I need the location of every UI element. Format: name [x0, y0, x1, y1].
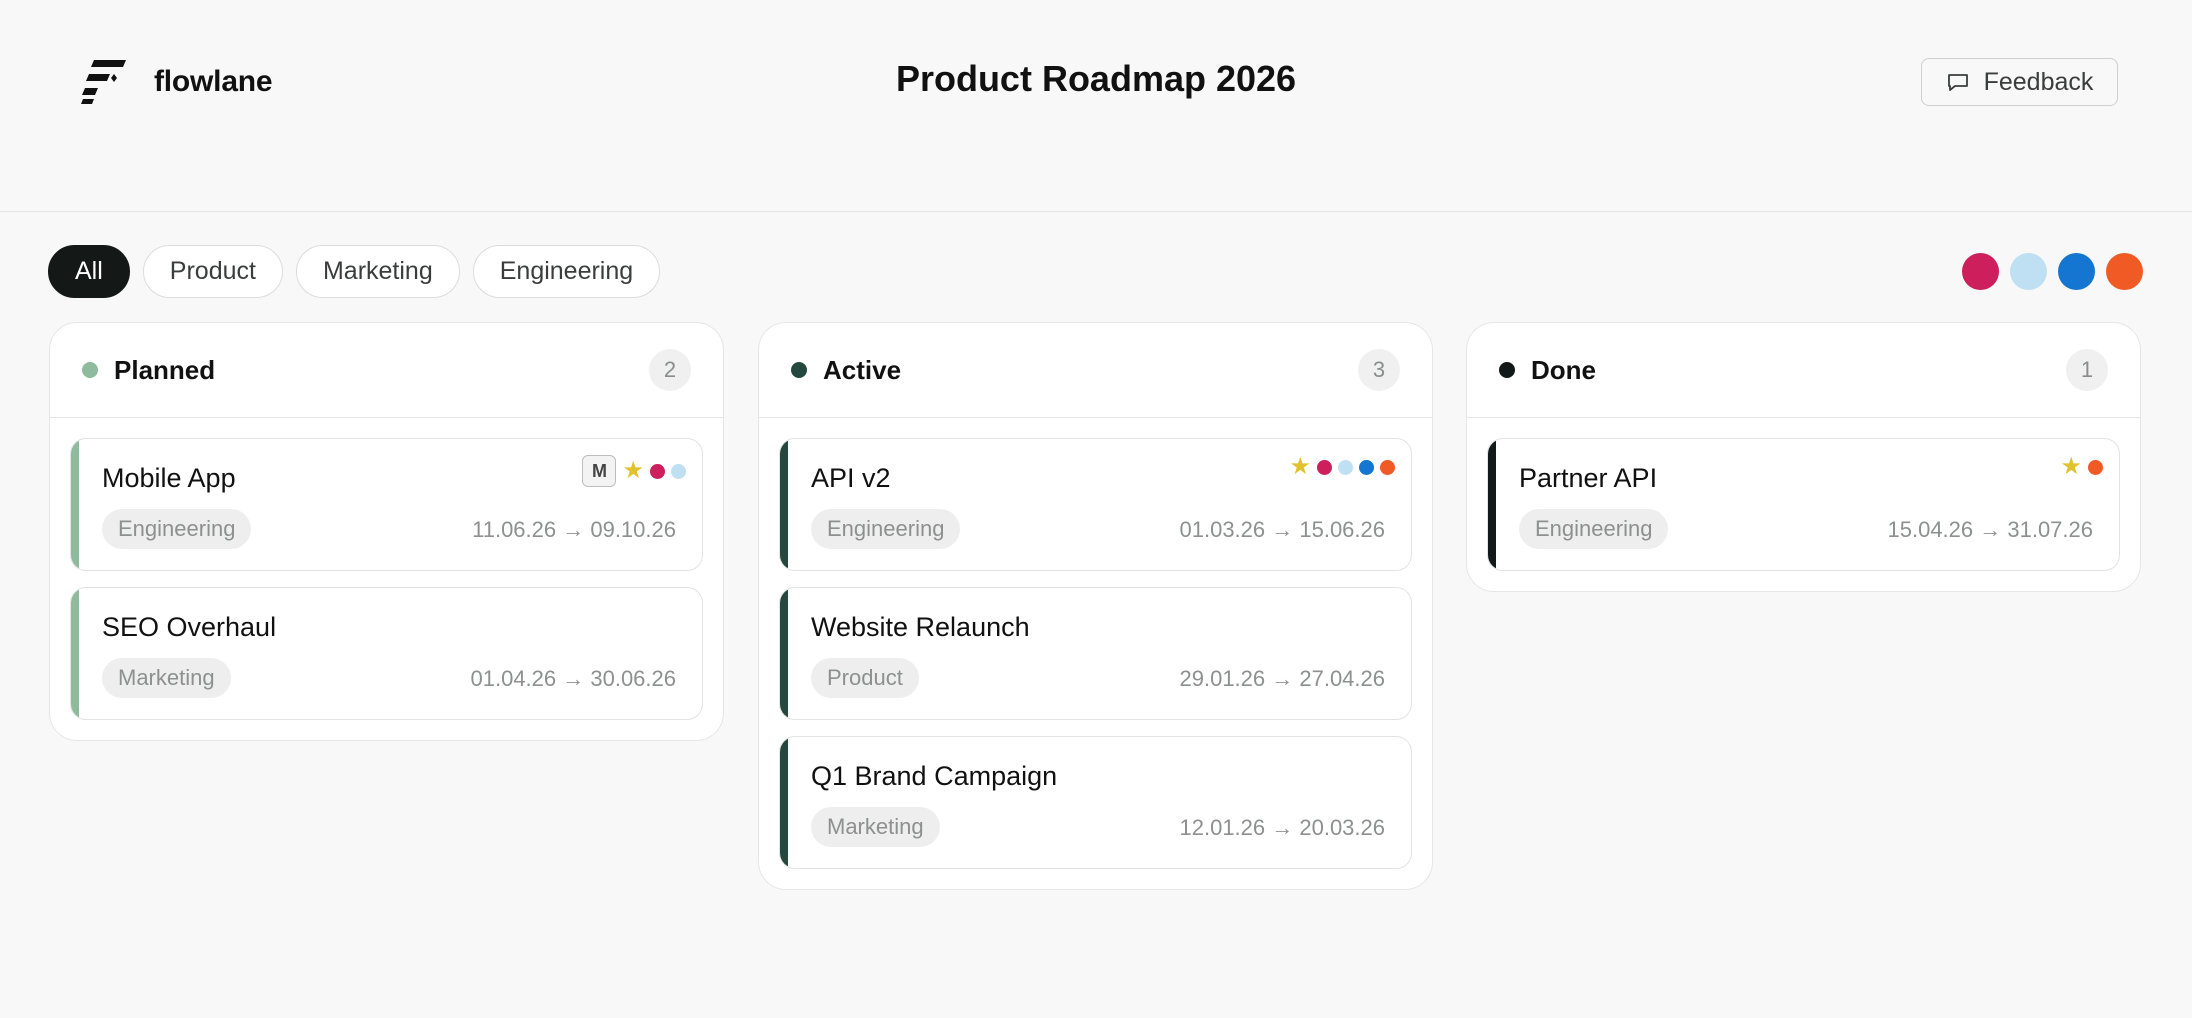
- card-accent-bar: [780, 737, 788, 868]
- column-done: Done 1 Partner API ★ Engineering 15.04.2…: [1466, 322, 2141, 592]
- roadmap-card[interactable]: Q1 Brand Campaign Marketing 12.01.26 → 2…: [779, 736, 1412, 869]
- card-accent-bar: [71, 588, 79, 719]
- card-title: API v2: [811, 463, 891, 493]
- date-range: 01.04.26 → 30.06.26: [470, 666, 677, 691]
- filter-chip-marketing[interactable]: Marketing: [295, 245, 460, 298]
- card-accent-bar: [780, 439, 788, 570]
- color-swatch-blue[interactable]: [2058, 253, 2095, 290]
- color-marker-dot: [1338, 459, 1353, 475]
- date-range: 11.06.26 → 09.10.26: [472, 517, 676, 542]
- category-tag: Marketing: [102, 658, 231, 698]
- roadmap-card[interactable]: Mobile App M ★ Engineering 11.06.26 → 09…: [70, 438, 703, 571]
- category-tag: Marketing: [811, 807, 940, 847]
- date-range: 01.03.26 → 15.06.26: [1179, 517, 1386, 542]
- color-marker-dot: [1317, 459, 1332, 475]
- color-marker-dot: [671, 463, 686, 479]
- category-tag: Engineering: [1519, 509, 1669, 549]
- roadmap-card[interactable]: Partner API ★ Engineering 15.04.26 → 31.…: [1487, 438, 2120, 571]
- column-title: Planned: [114, 354, 216, 385]
- color-marker-dot: [2088, 459, 2103, 475]
- color-swatches: [1962, 253, 2143, 290]
- column-active: Active 3 API v2 ★ Engineering 01.03.26 →…: [758, 322, 1433, 890]
- flowlane-logo-icon: [81, 60, 126, 104]
- brand[interactable]: flowlane: [80, 58, 273, 106]
- card-title: Q1 Brand Campaign: [811, 761, 1058, 791]
- column-header: Done 1: [1467, 323, 2140, 418]
- filter-chip-engineering[interactable]: Engineering: [472, 245, 661, 298]
- column-cards: Partner API ★ Engineering 15.04.26 → 31.…: [1467, 418, 2140, 591]
- chip-label: All: [75, 257, 103, 285]
- page-title: Product Roadmap 2026: [895, 58, 1297, 99]
- column-count-badge: 3: [1358, 349, 1400, 391]
- color-swatch-crimson[interactable]: [1962, 253, 1999, 290]
- star-icon: ★: [2060, 453, 2082, 480]
- category-tag: Product: [811, 658, 919, 698]
- card-title: Mobile App: [102, 463, 236, 493]
- card-accent-bar: [1488, 439, 1496, 570]
- date-range: 29.01.26 → 27.04.26: [1179, 666, 1386, 691]
- card-accent-bar: [780, 588, 788, 719]
- date-range: 12.01.26 → 20.03.26: [1179, 815, 1386, 840]
- category-tag: Engineering: [811, 509, 961, 549]
- chip-label: Marketing: [322, 257, 433, 285]
- star-icon: ★: [1289, 453, 1311, 480]
- column-count-badge: 1: [2066, 349, 2108, 391]
- color-marker-dot: [1380, 459, 1395, 475]
- color-swatch-light-blue[interactable]: [2010, 253, 2047, 290]
- color-swatch-orange[interactable]: [2106, 253, 2143, 290]
- color-marker-dot: [650, 463, 665, 479]
- feedback-button[interactable]: Feedback: [1921, 58, 2118, 106]
- marker-letter-badge: M: [582, 455, 617, 487]
- column-count-badge: 2: [649, 349, 691, 391]
- chip-label: Engineering: [499, 257, 634, 285]
- feedback-label: Feedback: [1983, 67, 2094, 96]
- status-dot-icon: [1499, 362, 1515, 378]
- card-title: SEO Overhaul: [102, 612, 277, 642]
- column-title: Done: [1531, 354, 1596, 385]
- column-cards: Mobile App M ★ Engineering 11.06.26 → 09…: [50, 418, 723, 740]
- roadmap-card[interactable]: API v2 ★ Engineering 01.03.26 → 15.06.26: [779, 438, 1412, 571]
- card-title: Website Relaunch: [811, 612, 1030, 642]
- category-tag: Engineering: [102, 509, 252, 549]
- column-cards: API v2 ★ Engineering 01.03.26 → 15.06.26…: [759, 418, 1432, 889]
- column-header: Planned 2: [50, 323, 723, 418]
- card-markers: ★: [2060, 455, 2103, 479]
- date-range: 15.04.26 → 31.07.26: [1887, 517, 2094, 542]
- column-header: Active 3: [759, 323, 1432, 418]
- status-dot-icon: [791, 362, 807, 378]
- card-accent-bar: [71, 439, 79, 570]
- filter-chip-product[interactable]: Product: [142, 245, 283, 298]
- filter-chips: All Product Marketing Engineering: [48, 245, 661, 298]
- card-markers: M ★: [582, 455, 686, 487]
- roadmap-card[interactable]: Website Relaunch Product 29.01.26 → 27.0…: [779, 587, 1412, 720]
- star-icon: ★: [622, 457, 644, 484]
- card-markers: ★: [1289, 455, 1395, 479]
- app-header: flowlane Product Roadmap 2026 Feedback: [0, 0, 2192, 212]
- brand-name: flowlane: [154, 65, 273, 98]
- card-title: Partner API: [1519, 463, 1658, 493]
- message-icon: [1947, 74, 1968, 91]
- roadmap-card[interactable]: SEO Overhaul Marketing 01.04.26 → 30.06.…: [70, 587, 703, 720]
- chip-label: Product: [169, 257, 256, 285]
- status-dot-icon: [82, 362, 98, 378]
- color-marker-dot: [1359, 459, 1374, 475]
- column-title: Active: [823, 354, 902, 385]
- column-planned: Planned 2 Mobile App M ★ Engineering 11.…: [49, 322, 724, 741]
- filter-chip-all[interactable]: All: [48, 245, 130, 298]
